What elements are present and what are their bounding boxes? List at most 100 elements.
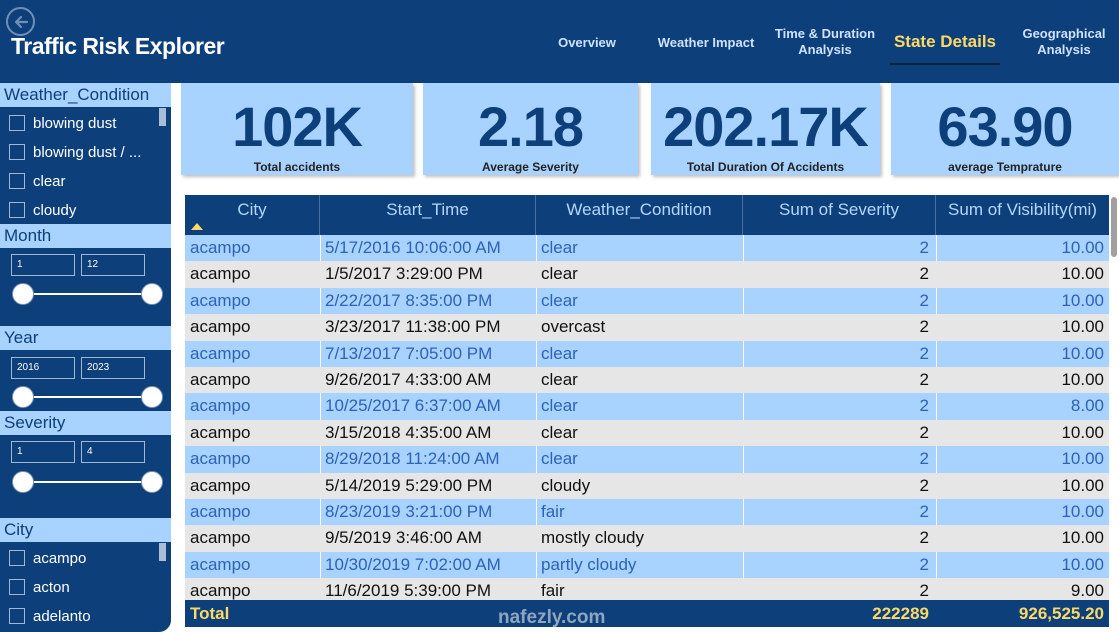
cell-sum-severity: 2 [919,370,929,389]
weather-option-label: cloudy [33,201,77,219]
cell-sum-visibility: 10.00 [1061,370,1104,389]
column-header-sum-visibility[interactable]: Sum of Visibility(mi) [936,195,1109,235]
month-slider-max-handle[interactable] [141,283,163,305]
column-divider [536,235,537,262]
kpi-label: Total accidents [253,160,341,174]
weather-option[interactable]: blowing dust [9,112,116,134]
table-scrollbar[interactable] [1111,195,1119,627]
weather-option[interactable]: cloudy [9,199,76,221]
table-row[interactable]: acampo 10/30/2019 7:02:00 AM partly cloudy… [185,551,1109,579]
checkbox[interactable] [9,550,25,566]
severity-slider-min-handle[interactable] [12,471,34,493]
year-slicer-title: Year [0,326,171,350]
column-header-weather-condition[interactable]: Weather_Condition [536,195,743,235]
severity-min-input[interactable]: 1 [11,441,75,463]
checkbox[interactable] [9,579,25,595]
table-row[interactable]: acampo 9/5/2019 3:46:00 AM mostly cloudy 2 1… [185,525,1109,552]
tab-time-duration-analysis[interactable]: Time & Duration Analysis [770,26,880,58]
month-slider-track [22,293,152,295]
city-option[interactable]: acton [9,576,70,598]
back-button[interactable] [6,7,35,36]
checkbox[interactable] [9,202,25,218]
column-divider [320,446,321,473]
cell-weather-condition: clear [541,449,578,469]
cell-city: acampo [190,264,251,284]
column-divider [936,287,937,315]
table-scrollbar-thumb[interactable] [1111,197,1117,257]
table-row[interactable]: acampo 2/22/2017 8:35:00 PM clear 2 10.00 [185,287,1109,315]
cell-sum-severity: 2 [919,343,929,363]
weather-option-label: blowing dust [33,114,117,132]
checkbox[interactable] [9,144,25,160]
weather-scrollbar[interactable] [159,108,166,126]
severity-slider-max-handle[interactable] [141,471,163,493]
cell-city: acampo [190,290,251,310]
tab-geographical-analysis[interactable]: Geographical Analysis [1015,26,1113,58]
weather-option[interactable]: blowing dust / ... [9,141,141,163]
column-divider [743,551,744,579]
checkbox[interactable] [9,608,25,624]
cell-city: acampo [190,449,251,469]
cell-city: acampo [190,554,251,574]
month-slicer-title: Month [0,224,171,248]
cell-weather-condition: overcast [541,317,606,337]
tab-state-details[interactable]: State Details [885,33,1005,50]
cell-start-time: 8/23/2019 3:21:00 PM [325,502,493,521]
table-row[interactable]: acampo 5/14/2019 5:29:00 PM cloudy 2 10.00 [185,472,1109,499]
cell-start-time: 3/15/2018 4:35:00 AM [325,422,492,442]
weather-option[interactable]: clear [9,170,66,192]
column-divider [320,287,321,315]
year-slider-track [22,396,152,398]
column-divider [743,499,744,526]
column-header-start-time[interactable]: Start_Time [320,195,536,235]
cell-weather-condition: clear [541,343,578,363]
tab-weather-impact[interactable]: Weather Impact [650,35,762,51]
kpi-card-average-severity: 2.18 Average Severity [423,83,638,175]
filter-sidebar: Weather_Condition blowing dust blowing d… [0,83,171,632]
kpi-card-average-temperature: 63.90 average Temprature [891,83,1119,175]
city-option[interactable]: acampo [9,547,86,569]
column-header-city[interactable]: City [185,195,320,235]
total-visibility: 926,525.20 [1018,604,1104,623]
table-row[interactable]: acampo 9/26/2017 4:33:00 AM clear 2 10.00 [185,367,1109,394]
month-max-input[interactable]: 12 [81,254,145,276]
column-header-label: City [237,200,267,219]
cell-start-time: 3/23/2017 11:38:00 PM [325,317,501,337]
table-row[interactable]: acampo 8/29/2018 11:24:00 AM clear 2 10.00 [185,446,1109,473]
table-row[interactable]: acampo 7/13/2017 7:05:00 PM clear 2 10.00 [185,340,1109,367]
table-row[interactable]: acampo 5/17/2016 10:06:00 AM clear 2 10.00 [185,235,1109,262]
month-slider-min-handle[interactable] [12,283,34,305]
cell-sum-severity: 2 [919,396,929,416]
city-scrollbar[interactable] [159,543,166,561]
kpi-label: average Temprature [948,160,1062,174]
active-tab-underline [890,63,1000,65]
year-min-input[interactable]: 2016 [11,357,75,379]
month-min-input[interactable]: 1 [11,254,75,276]
cell-start-time: 2/22/2017 8:35:00 PM [325,290,493,310]
checkbox[interactable] [9,115,25,131]
table-row[interactable]: acampo 8/23/2019 3:21:00 PM fair 2 10.00 [185,499,1109,526]
table-row[interactable]: acampo 10/25/2017 6:37:00 AM clear 2 8.00 [185,393,1109,420]
cell-city: acampo [190,422,251,442]
column-divider [320,393,321,420]
year-slider-max-handle[interactable] [141,386,163,408]
kpi-card-total-accidents: 102K Total accidents [181,83,413,175]
severity-slider-track [22,481,152,483]
cell-sum-visibility: 10.00 [1061,264,1104,284]
year-slider-min-handle[interactable] [12,386,34,408]
table-row[interactable]: acampo 1/5/2017 3:29:00 PM clear 2 10.00 [185,261,1109,288]
total-severity: 222289 [872,604,929,623]
column-divider [536,340,537,367]
cell-sum-severity: 2 [919,528,929,548]
weather-option-label: blowing dust / ... [33,143,142,161]
column-header-sum-severity[interactable]: Sum of Severity [743,195,936,235]
city-option[interactable]: adelanto [9,605,91,627]
severity-max-input[interactable]: 4 [81,441,145,463]
table-row[interactable]: acampo 3/23/2017 11:38:00 PM overcast 2 10.0… [185,314,1109,341]
table-row[interactable]: acampo 3/15/2018 4:35:00 AM clear 2 10.00 [185,419,1109,447]
tab-overview[interactable]: Overview [550,35,624,51]
cell-weather-condition: clear [541,396,578,416]
checkbox[interactable] [9,173,25,189]
cell-weather-condition: clear [541,290,578,310]
year-max-input[interactable]: 2023 [81,357,145,379]
